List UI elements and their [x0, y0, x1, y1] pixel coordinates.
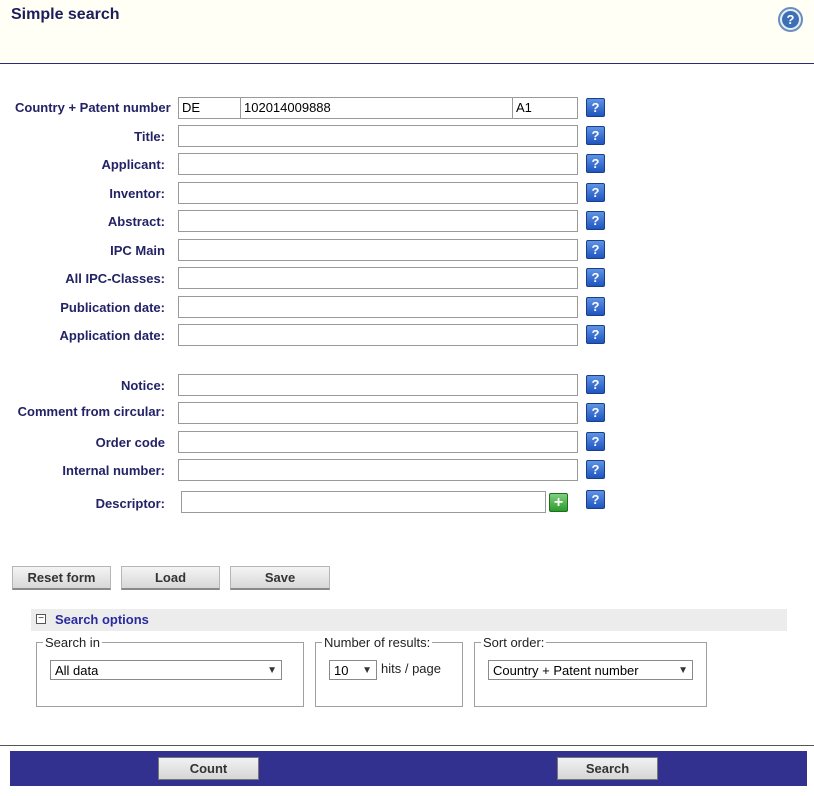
country-patent-label: Country + Patent number: [15, 100, 171, 115]
help-question-icon[interactable]: ?: [586, 432, 605, 451]
all-ipc-label: All IPC-Classes:: [65, 271, 165, 286]
search-options-header[interactable]: − Search options: [31, 609, 787, 631]
abstract-label: Abstract:: [107, 214, 165, 229]
search-in-legend: Search in: [45, 635, 100, 650]
help-question-icon[interactable]: ?: [586, 98, 605, 117]
internal-number-label: Internal number:: [62, 463, 165, 478]
descriptor-field[interactable]: [181, 491, 546, 513]
help-question-icon[interactable]: ?: [586, 297, 605, 316]
order-code-label: Order code: [95, 435, 165, 450]
results-value: 10: [334, 662, 349, 678]
add-descriptor-icon[interactable]: +: [549, 493, 568, 512]
help-question-icon[interactable]: ?: [586, 460, 605, 479]
title-field[interactable]: [178, 125, 578, 147]
inventor-label: Inventor:: [109, 186, 165, 201]
all-ipc-field[interactable]: [178, 267, 578, 289]
results-legend: Number of results:: [324, 635, 431, 650]
internal-number-field[interactable]: [178, 459, 578, 481]
applicant-label: Applicant:: [101, 157, 165, 172]
comment-field[interactable]: [178, 402, 578, 424]
applicant-field[interactable]: [178, 153, 578, 175]
comment-label: Comment from circular:: [17, 404, 165, 419]
search-options-title: Search options: [55, 612, 149, 627]
ipc-main-label: IPC Main: [110, 243, 165, 258]
notice-label: Notice:: [120, 378, 165, 393]
load-button[interactable]: Load: [121, 566, 220, 590]
publication-date-field[interactable]: [178, 296, 578, 318]
footer-bar: Count Search: [10, 751, 807, 786]
help-question-icon[interactable]: ?: [586, 211, 605, 230]
application-date-field[interactable]: [178, 324, 578, 346]
notice-field[interactable]: [178, 374, 578, 396]
ipc-main-field[interactable]: [178, 239, 578, 261]
abstract-field[interactable]: [178, 210, 578, 232]
help-question-icon[interactable]: ?: [586, 403, 605, 422]
page-header: Simple search ?: [0, 0, 814, 64]
descriptor-label: Descriptor:: [95, 496, 165, 511]
results-select[interactable]: 10 ▼: [329, 660, 377, 680]
chevron-down-icon: ▼: [678, 664, 688, 676]
help-question-icon[interactable]: ?: [586, 154, 605, 173]
patent-number-input[interactable]: 102014009888: [240, 97, 513, 119]
help-question-icon[interactable]: ?: [586, 268, 605, 287]
reset-form-button[interactable]: Reset form: [12, 566, 111, 590]
order-code-field[interactable]: [178, 431, 578, 453]
help-question-icon[interactable]: ?: [586, 375, 605, 394]
title-label: Title:: [134, 129, 165, 144]
hits-per-page-label: hits / page: [381, 661, 441, 676]
sort-order-legend: Sort order:: [483, 635, 545, 650]
chevron-down-icon: ▼: [267, 664, 277, 676]
application-date-label: Application date:: [59, 328, 165, 343]
save-button[interactable]: Save: [230, 566, 330, 590]
inventor-field[interactable]: [178, 182, 578, 204]
help-question-icon[interactable]: ?: [586, 126, 605, 145]
search-in-select[interactable]: All data ▼: [50, 660, 282, 680]
help-question-icon[interactable]: ?: [586, 325, 605, 344]
publication-date-label: Publication date:: [60, 300, 165, 315]
help-icon[interactable]: ?: [778, 7, 803, 32]
collapse-icon[interactable]: −: [36, 614, 46, 624]
help-question-icon[interactable]: ?: [586, 183, 605, 202]
sort-order-value: Country + Patent number: [493, 662, 639, 678]
page-title: Simple search: [11, 6, 120, 23]
country-code-input[interactable]: DE: [178, 97, 241, 119]
search-in-value: All data: [55, 662, 99, 678]
search-button[interactable]: Search: [557, 757, 658, 780]
sort-order-select[interactable]: Country + Patent number ▼: [488, 660, 693, 680]
help-question-icon[interactable]: ?: [586, 490, 605, 509]
kind-code-input[interactable]: A1: [512, 97, 578, 119]
help-question-icon[interactable]: ?: [586, 240, 605, 259]
footer-divider: [0, 745, 814, 746]
count-button[interactable]: Count: [158, 757, 259, 780]
chevron-down-icon: ▼: [362, 664, 372, 676]
